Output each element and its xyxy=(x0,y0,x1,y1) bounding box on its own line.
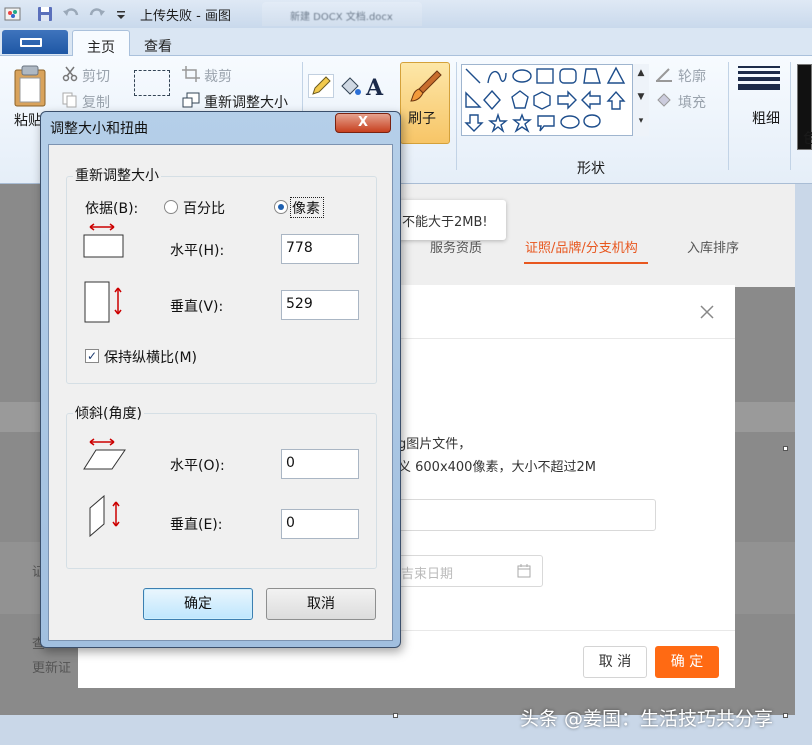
skew-horizontal-icon xyxy=(83,438,126,470)
web-tab-underline xyxy=(524,262,648,264)
cut-icon xyxy=(62,66,78,82)
percent-label[interactable]: 百分比 xyxy=(183,198,225,218)
save-icon[interactable] xyxy=(36,5,54,23)
keep-aspect-label[interactable]: 保持纵横比(M) xyxy=(104,347,197,367)
brushes-button[interactable] xyxy=(400,62,450,144)
resize-button[interactable]: 重新调整大小 xyxy=(204,92,288,112)
percent-radio[interactable] xyxy=(164,200,178,214)
cut-button[interactable]: 剪切 xyxy=(82,66,110,86)
fill-bucket-icon[interactable] xyxy=(338,74,362,98)
file-hint-2: 义 600x400像素，大小不超过2M xyxy=(398,460,596,475)
web-ok-button: 确 定 xyxy=(655,646,719,678)
skew-vertical-label: 垂直(E): xyxy=(170,517,223,533)
horizontal-input[interactable]: 778 xyxy=(281,234,359,264)
select-tool-icon[interactable] xyxy=(134,70,170,96)
redo-icon[interactable] xyxy=(88,5,106,23)
vertical-input[interactable]: 529 xyxy=(281,290,359,320)
title-bar: 新建 DOCX 文档.docx 上传失败 - 画图 xyxy=(0,0,812,28)
window-title: 上传失败 - 画图 xyxy=(140,9,231,24)
paint-app-icon[interactable] xyxy=(4,5,22,23)
shapes-group-label: 形状 xyxy=(577,161,605,177)
resize-icon xyxy=(182,92,200,108)
paste-icon[interactable] xyxy=(12,64,48,108)
skew-horizontal-input[interactable]: 0 xyxy=(281,449,359,479)
paste-button[interactable]: 粘贴 xyxy=(14,110,42,130)
skew-vertical-input[interactable]: 0 xyxy=(281,509,359,539)
shapes-gallery[interactable] xyxy=(461,64,649,136)
dialog-cancel-button[interactable]: 取消 xyxy=(266,588,376,620)
by-label: 依据(B): xyxy=(85,201,139,217)
outline-button[interactable]: 轮廓 xyxy=(678,66,706,86)
file-hint-1: g图片文件， xyxy=(398,437,472,452)
horizontal-label: 水平(H): xyxy=(170,243,225,259)
web-modal-close-icon xyxy=(700,305,714,319)
resize-handle-bottom[interactable] xyxy=(393,713,398,718)
shapes-icons xyxy=(464,66,626,134)
expand-gallery-icon[interactable]: ▾ xyxy=(633,116,649,126)
resize-section-title: 重新调整大小 xyxy=(73,165,161,185)
group-separator xyxy=(728,62,729,170)
resize-handle-corner[interactable] xyxy=(783,713,788,718)
dialog-title: 调整大小和扭曲 xyxy=(50,121,148,137)
date-placeholder: 吉束日期 xyxy=(401,567,454,582)
keep-aspect-checkbox[interactable]: ✓ xyxy=(85,349,99,363)
size-icon[interactable] xyxy=(738,66,780,93)
web-tab-sort: 入库排序 xyxy=(687,241,740,256)
paint-menu-button[interactable] xyxy=(2,30,68,54)
watermark: 头条 @姜国：生活技巧共分享 xyxy=(520,708,774,730)
tab-home[interactable]: 主页 xyxy=(72,30,130,56)
error-toast: 不能大于2MB! xyxy=(394,200,506,240)
fill-button[interactable]: 填充 xyxy=(678,92,706,112)
group-separator xyxy=(456,62,457,170)
pixels-label[interactable]: 像素 xyxy=(292,198,320,218)
crop-icon xyxy=(182,66,200,82)
copy-icon xyxy=(62,92,77,108)
shapes-scroll[interactable]: ▲ ▼ ▾ xyxy=(632,64,649,136)
customize-qat-icon[interactable] xyxy=(112,5,130,23)
undo-icon[interactable] xyxy=(62,5,80,23)
web-date-input: 吉束日期 xyxy=(398,555,543,587)
menu-icon xyxy=(20,38,42,47)
scroll-down-icon[interactable]: ▼ xyxy=(633,92,649,102)
calendar-icon xyxy=(517,564,531,578)
copy-button[interactable]: 复制 xyxy=(82,92,110,112)
vertical-label: 垂直(V): xyxy=(170,299,224,315)
skew-vertical-icon xyxy=(89,494,120,538)
resize-horizontal-icon xyxy=(83,223,124,258)
size-label[interactable]: 粗细 xyxy=(752,108,780,128)
skew-section-title: 倾斜(角度) xyxy=(73,403,144,423)
outline-icon xyxy=(656,68,672,82)
colors-label: 色 xyxy=(803,131,812,147)
crop-button[interactable]: 裁剪 xyxy=(204,66,232,86)
dialog-close-button[interactable]: X xyxy=(335,113,391,133)
svg-text:A: A xyxy=(365,75,384,98)
pixels-radio[interactable] xyxy=(274,200,288,214)
tab-view[interactable]: 查看 xyxy=(130,30,186,56)
group-separator xyxy=(790,62,791,170)
pencil-tool[interactable] xyxy=(308,74,334,98)
web-tab-license: 证照/品牌/分支机构 xyxy=(525,241,638,256)
resize-handle-right[interactable] xyxy=(783,446,788,451)
scroll-up-icon[interactable]: ▲ xyxy=(633,68,649,78)
web-cancel-button: 取 消 xyxy=(583,646,647,678)
brush-icon xyxy=(410,70,442,102)
background-window-title: 新建 DOCX 文档.docx xyxy=(290,12,393,23)
pencil-icon xyxy=(312,76,331,95)
web-text-input xyxy=(398,499,656,531)
resize-vertical-icon xyxy=(84,281,122,323)
brushes-label: 刷子 xyxy=(408,111,436,127)
fill-icon xyxy=(657,93,671,107)
web-tab-service: 服务资质 xyxy=(430,241,483,256)
web-left-text: 更新证 xyxy=(32,661,72,676)
dialog-ok-button[interactable]: 确定 xyxy=(143,588,253,620)
skew-horizontal-label: 水平(O): xyxy=(170,458,225,474)
text-tool-icon[interactable]: A xyxy=(364,74,388,98)
